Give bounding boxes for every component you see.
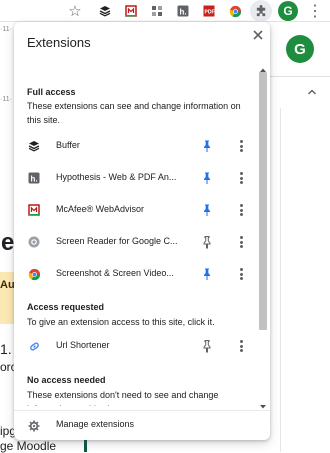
extension-row-screenshot[interactable]: Screenshot & Screen Video... (14, 259, 258, 291)
banner-text-fragment: Au (0, 279, 15, 291)
hypothesis-toolbar-icon[interactable]: h. (174, 2, 192, 20)
gear-icon (28, 419, 40, 432)
page-text-fragment: 1. (0, 341, 12, 357)
pdf-toolbar-icon[interactable]: PDF (200, 2, 218, 20)
extensions-scroll-area[interactable]: Full access These extensions can see and… (14, 59, 270, 406)
full-access-description: These extensions can see and change info… (27, 101, 241, 125)
browser-toolbar: ☆ h. PDF G ⋮ (0, 0, 330, 22)
mcafee-icon (27, 203, 41, 217)
manage-extensions-label: Manage extensions (56, 419, 135, 429)
buffer-icon (27, 139, 41, 153)
profile-avatar[interactable]: G (278, 1, 298, 21)
extension-menu-icon[interactable] (236, 203, 246, 217)
scrollbar-thumb[interactable] (259, 72, 267, 330)
page-divider (270, 76, 330, 77)
extension-row-mcafee[interactable]: McAfee® WebAdvisor (14, 195, 258, 227)
ruler-text: ·11· (0, 96, 12, 103)
mcafee-toolbar-icon[interactable] (122, 2, 140, 20)
extension-name: Url Shortener (56, 340, 110, 350)
popup-title: Extensions (27, 35, 91, 50)
extension-menu-icon[interactable] (236, 267, 246, 281)
extension-name: Buffer (56, 140, 80, 150)
extensions-popup: Extensions Full access These extensions … (14, 22, 270, 440)
extension-menu-icon[interactable] (236, 235, 246, 249)
pin-icon[interactable] (200, 139, 214, 153)
extension-name: Screenshot & Screen Video... (56, 268, 174, 278)
extension-name: McAfee® WebAdvisor (56, 204, 144, 214)
page-avatar[interactable]: G (286, 35, 314, 63)
close-icon (253, 30, 263, 40)
extension-name: Hypothesis - Web & PDF An... (56, 172, 177, 182)
close-button[interactable] (250, 27, 266, 43)
extension-name: Screen Reader for Google C... (56, 236, 178, 246)
no-access-description: These extensions don't need to see and c… (27, 390, 219, 406)
hypothesis-icon: h. (27, 171, 41, 185)
pin-icon[interactable] (200, 267, 214, 281)
extension-menu-icon[interactable] (236, 339, 246, 353)
extension-row-screen-reader[interactable]: Screen Reader for Google C... (14, 227, 258, 259)
scroll-up-arrow[interactable] (258, 61, 268, 72)
no-access-title: No access needed (27, 375, 106, 385)
buffer-toolbar-icon[interactable] (96, 2, 114, 20)
browser-menu-icon[interactable]: ⋮ (306, 2, 324, 20)
extension-row-hypothesis[interactable]: h. Hypothesis - Web & PDF An... (14, 163, 258, 195)
screen-reader-icon (27, 235, 41, 249)
link-icon (27, 339, 41, 353)
extension-row-url-shortener[interactable]: Url Shortener (14, 331, 258, 363)
svg-text:PDF: PDF (205, 10, 215, 16)
page-heading-fragment: e (1, 229, 15, 256)
pin-icon[interactable] (200, 235, 214, 249)
svg-text:h.: h. (180, 8, 187, 17)
page-text-fragment: ge Moodle (0, 439, 57, 453)
scroll-down-arrow[interactable] (258, 398, 268, 409)
extension-row-buffer[interactable]: Buffer (14, 131, 258, 163)
pin-icon[interactable] (200, 203, 214, 217)
access-requested-title: Access requested (27, 302, 105, 312)
bookmark-star-icon[interactable]: ☆ (66, 2, 84, 20)
chevron-up-icon[interactable] (307, 84, 317, 100)
extension-menu-icon[interactable] (236, 139, 246, 153)
screenshot-toolbar-icon[interactable] (226, 2, 244, 20)
ruler-text: ·11· (0, 26, 12, 33)
manage-extensions-button[interactable]: Manage extensions (14, 411, 270, 440)
pin-icon[interactable] (200, 339, 214, 353)
pin-icon[interactable] (200, 171, 214, 185)
screenshot-icon (27, 267, 41, 281)
grid-toolbar-icon[interactable] (148, 2, 166, 20)
svg-text:h.: h. (31, 175, 38, 184)
page-column-divider (280, 108, 281, 452)
access-requested-description: To give an extension access to this site… (27, 317, 215, 327)
extension-menu-icon[interactable] (236, 171, 246, 185)
extensions-puzzle-icon[interactable] (250, 0, 272, 22)
full-access-title: Full access (27, 87, 76, 97)
